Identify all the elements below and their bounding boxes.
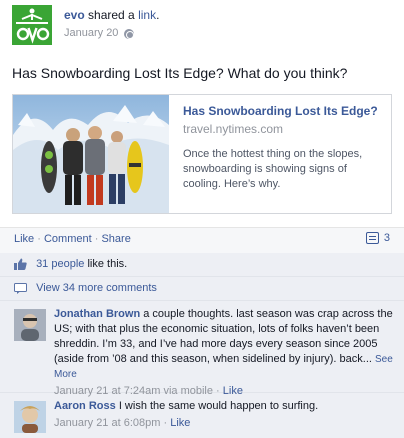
- post-header: evo shared a link. January 20: [12, 5, 392, 45]
- thumbs-up-icon: [14, 258, 27, 271]
- comment-body: Jonathan Brown a couple thoughts. last s…: [54, 307, 394, 399]
- comment-body: Aaron Ross I wish the same would happen …: [54, 399, 394, 431]
- preview-domain: travel.nytimes.com: [183, 122, 284, 136]
- likes-suffix: like this.: [87, 258, 128, 270]
- evo-logo-avatar[interactable]: [12, 5, 52, 45]
- link-preview[interactable]: Has Snowboarding Lost Its Edge? travel.n…: [12, 94, 392, 214]
- comment-like-link[interactable]: Like: [170, 417, 190, 429]
- author-link[interactable]: evo: [64, 8, 85, 22]
- action-period: .: [156, 8, 160, 22]
- comment-text: I wish the same would happen to surfing.: [118, 400, 319, 412]
- comment-time[interactable]: January 21 at 6:08pm: [54, 417, 160, 429]
- post-status-text: Has Snowboarding Lost Its Edge? What do …: [12, 65, 348, 81]
- post-byline: evo shared a link.: [64, 8, 159, 23]
- action-separator: ·: [37, 233, 41, 245]
- globe-icon: [124, 28, 135, 39]
- post-meta: January 20: [64, 26, 159, 41]
- preview-image[interactable]: [13, 95, 169, 213]
- comment-count-value: 3: [383, 232, 390, 244]
- action-separator: ·: [94, 233, 99, 245]
- preview-body: Has Snowboarding Lost Its Edge? travel.n…: [183, 103, 383, 192]
- meta-separator: ·: [163, 417, 168, 429]
- view-more-row[interactable]: View 34 more comments: [0, 277, 404, 301]
- comment-link[interactable]: Comment: [44, 233, 92, 245]
- preview-description: Once the hottest thing on the slopes, sn…: [183, 148, 363, 190]
- preview-title[interactable]: Has Snowboarding Lost Its Edge?: [183, 103, 383, 119]
- post-action-bar: Like · Comment · Share 3: [0, 227, 404, 253]
- comment-author[interactable]: Aaron Ross: [54, 400, 116, 412]
- action-link[interactable]: link: [138, 8, 156, 22]
- comment-author[interactable]: Jonathan Brown: [54, 308, 140, 320]
- view-more-comments-link[interactable]: View 34 more comments: [36, 282, 157, 294]
- comment-item: Jonathan Brown a couple thoughts. last s…: [0, 301, 404, 397]
- feedback-area: 31 people like this. View 34 more commen…: [0, 253, 404, 438]
- comment-item: Aaron Ross I wish the same would happen …: [0, 393, 404, 438]
- comments-icon: [14, 282, 27, 294]
- like-link[interactable]: Like: [14, 233, 34, 245]
- likes-people-link[interactable]: 31 people: [36, 258, 84, 270]
- comment-bubble-icon: [365, 232, 379, 244]
- likes-row: 31 people like this.: [0, 253, 404, 277]
- post-header-text: evo shared a link. January 20: [64, 8, 159, 41]
- share-link[interactable]: Share: [101, 233, 130, 245]
- comment-count[interactable]: 3: [365, 232, 390, 244]
- comment-meta: January 21 at 6:08pm · Like: [54, 416, 394, 431]
- commenter-avatar[interactable]: [14, 309, 46, 341]
- action-text: shared a: [88, 8, 135, 22]
- commenter-avatar[interactable]: [14, 401, 46, 433]
- post-date[interactable]: January 20: [64, 26, 118, 41]
